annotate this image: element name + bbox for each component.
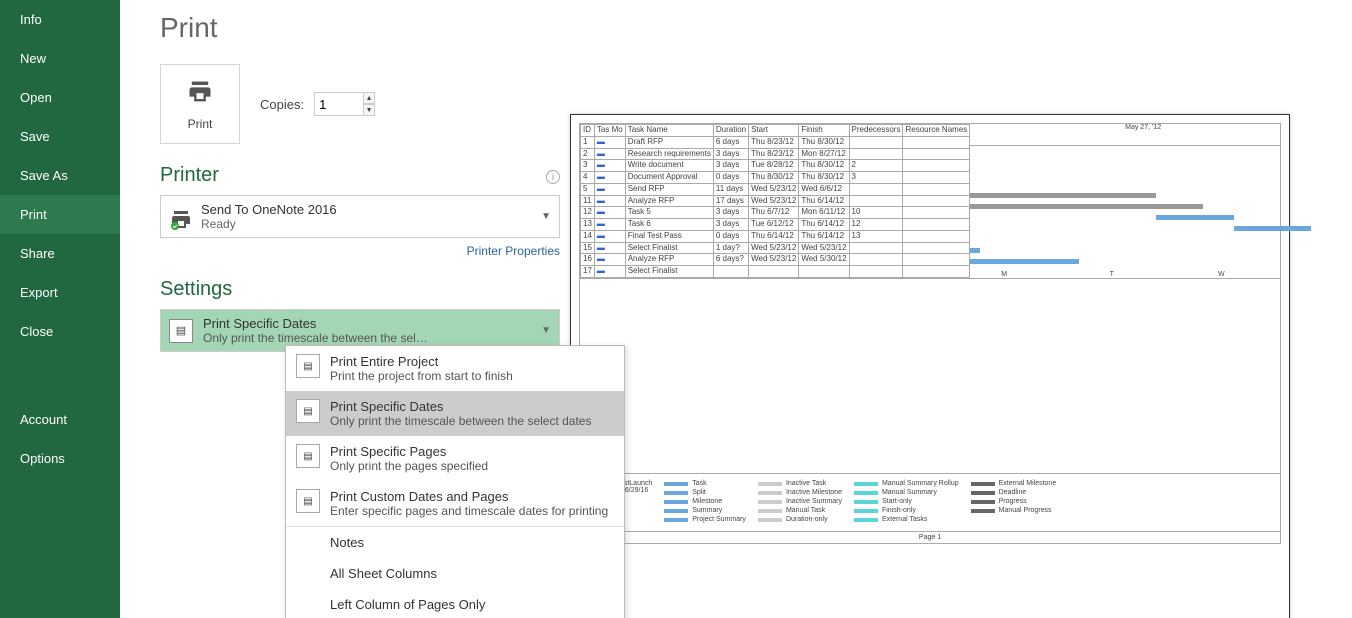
dd-print-specific-dates[interactable]: ▤ Print Specific Dates Only print the ti… bbox=[286, 391, 624, 436]
printer-ready-icon bbox=[169, 208, 193, 226]
date-range-icon: ▤ bbox=[169, 319, 193, 343]
dd-notes[interactable]: Notes bbox=[286, 527, 624, 558]
sidebar-item-export[interactable]: Export bbox=[0, 273, 120, 312]
custom-icon: ▤ bbox=[296, 489, 320, 513]
sidebar-item-print[interactable]: Print bbox=[0, 195, 120, 234]
sidebar-item-options[interactable]: Options bbox=[0, 439, 120, 478]
printer-section-title: Printer i bbox=[160, 164, 560, 187]
date-range-icon: ▤ bbox=[296, 399, 320, 423]
sidebar-item-saveas[interactable]: Save As bbox=[0, 156, 120, 195]
dd-print-custom[interactable]: ▤ Print Custom Dates and Pages Enter spe… bbox=[286, 481, 624, 526]
chevron-down-icon: ▼ bbox=[541, 211, 551, 222]
preview-page-num: Page 1 bbox=[579, 532, 1281, 544]
dd-print-entire-project[interactable]: ▤ Print Entire Project Print the project… bbox=[286, 346, 624, 391]
chevron-down-icon: ▼ bbox=[541, 325, 551, 336]
print-preview: ID Tas Mo Task Name Duration Start Finis… bbox=[570, 114, 1290, 618]
sidebar-item-account[interactable]: Account bbox=[0, 400, 120, 439]
preview-gantt: May 27, '12 M T W bbox=[970, 124, 1280, 278]
copies-up[interactable]: ▲ bbox=[363, 92, 375, 104]
printer-status: Ready bbox=[201, 217, 337, 231]
sidebar-item-open[interactable]: Open bbox=[0, 78, 120, 117]
sidebar-item-info[interactable]: Info bbox=[0, 0, 120, 39]
print-range-dropdown: ▤ Print Entire Project Print the project… bbox=[285, 345, 625, 618]
sidebar-item-close[interactable]: Close bbox=[0, 312, 120, 351]
sidebar-item-new[interactable]: New bbox=[0, 39, 120, 78]
printer-icon bbox=[186, 78, 214, 113]
copies-input[interactable] bbox=[314, 92, 364, 116]
printer-selector[interactable]: Send To OneNote 2016 Ready ▼ bbox=[160, 195, 560, 238]
preview-legend: Project: FirstLaunch Date: Wed 6/29/16 T… bbox=[579, 474, 1281, 532]
settings-section-title: Settings bbox=[160, 278, 560, 301]
project-icon: ▤ bbox=[296, 354, 320, 378]
dd-all-sheet-columns[interactable]: All Sheet Columns bbox=[286, 558, 624, 589]
pages-icon: ▤ bbox=[296, 444, 320, 468]
settings-current-sub: Only print the timescale between the sel… bbox=[203, 331, 433, 345]
backstage-sidebar: Info New Open Save Save As Print Share E… bbox=[0, 0, 120, 618]
copies-label: Copies: bbox=[260, 97, 304, 112]
sidebar-item-save[interactable]: Save bbox=[0, 117, 120, 156]
dd-print-specific-pages[interactable]: ▤ Print Specific Pages Only print the pa… bbox=[286, 436, 624, 481]
print-button-label: Print bbox=[188, 117, 213, 131]
preview-task-table: ID Tas Mo Task Name Duration Start Finis… bbox=[580, 124, 970, 278]
dd-left-column-only[interactable]: Left Column of Pages Only bbox=[286, 589, 624, 618]
copies-down[interactable]: ▼ bbox=[363, 104, 375, 116]
printer-properties-link[interactable]: Printer Properties bbox=[160, 244, 560, 258]
sidebar-item-share[interactable]: Share bbox=[0, 234, 120, 273]
page-title: Print bbox=[160, 12, 1312, 44]
printer-name: Send To OneNote 2016 bbox=[201, 202, 337, 217]
info-icon[interactable]: i bbox=[546, 170, 560, 184]
print-button[interactable]: Print bbox=[160, 64, 240, 144]
settings-current-title: Print Specific Dates bbox=[203, 316, 433, 331]
